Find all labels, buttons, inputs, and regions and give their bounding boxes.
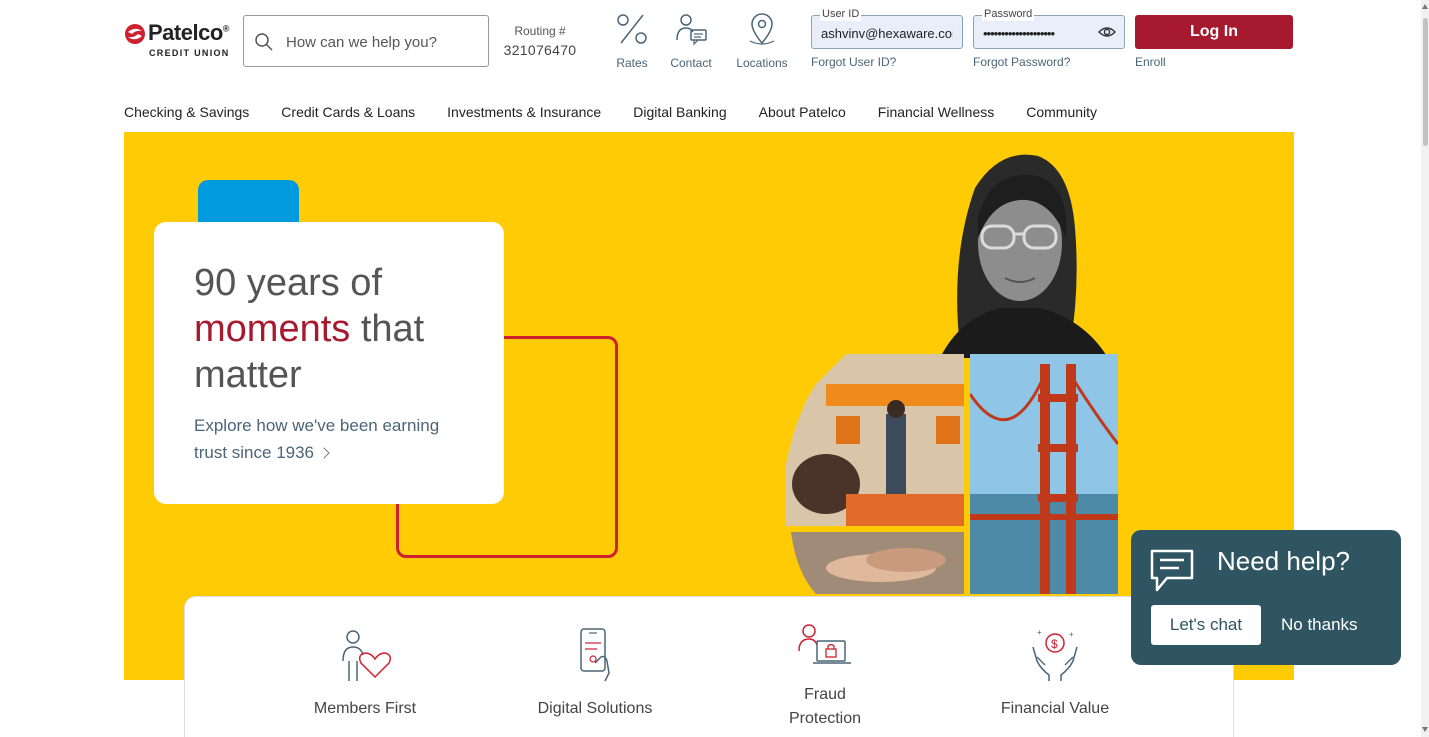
percent-icon bbox=[617, 14, 647, 44]
scrollbar-thumb[interactable] bbox=[1423, 18, 1428, 146]
nav-investments-insurance[interactable]: Investments & Insurance bbox=[447, 104, 601, 120]
brand-subtitle: CREDIT UNION bbox=[149, 48, 230, 58]
scroll-down-arrow-icon[interactable] bbox=[1422, 727, 1428, 732]
password-field: Password bbox=[973, 8, 1125, 49]
feature-label: Digital Solutions bbox=[537, 700, 653, 717]
patelco-swirl-icon bbox=[125, 24, 145, 44]
patelco-logo[interactable]: Patelco® CREDIT UNION bbox=[124, 20, 236, 62]
feature-financial-value[interactable]: $ + + Financial Value bbox=[970, 627, 1140, 721]
chevron-right-icon bbox=[318, 447, 330, 459]
feature-fraud-protection[interactable]: Fraud Protection bbox=[740, 623, 910, 731]
no-thanks-button[interactable]: No thanks bbox=[1281, 615, 1358, 635]
golden-gate-bridge-photo bbox=[970, 354, 1118, 594]
hands-dollar-icon: $ + + bbox=[1032, 628, 1078, 681]
search-icon[interactable] bbox=[254, 32, 274, 52]
phone-hand-icon bbox=[580, 628, 610, 682]
routing-number: 321076470 bbox=[503, 42, 577, 58]
scroll-up-arrow-icon[interactable] bbox=[1422, 4, 1428, 9]
help-chat-widget: Need help? Let's chat No thanks bbox=[1131, 530, 1401, 665]
enroll-link[interactable]: Enroll bbox=[1135, 55, 1166, 69]
log-in-button[interactable]: Log In bbox=[1135, 15, 1293, 49]
contact-link[interactable]: Contact bbox=[656, 12, 726, 70]
feature-label: Financial Value bbox=[1000, 700, 1110, 717]
svg-text:+: + bbox=[1069, 630, 1074, 639]
feature-label: Fraud Protection bbox=[788, 686, 862, 727]
member-heart-icon bbox=[342, 630, 392, 681]
contact-icon bbox=[676, 14, 707, 46]
nav-financial-wellness[interactable]: Financial Wellness bbox=[878, 104, 994, 120]
contact-label: Contact bbox=[670, 56, 712, 70]
user-id-label: User ID bbox=[820, 8, 862, 21]
brand-name: Patelco® bbox=[148, 20, 229, 45]
svg-text:+: + bbox=[1037, 628, 1042, 637]
eye-icon[interactable] bbox=[1098, 25, 1116, 39]
nav-digital-banking[interactable]: Digital Banking bbox=[633, 104, 726, 120]
feature-label: Members First bbox=[313, 700, 417, 717]
lets-chat-button[interactable]: Let's chat bbox=[1151, 605, 1261, 645]
nav-checking-savings[interactable]: Checking & Savings bbox=[124, 104, 249, 120]
nav-about-patelco[interactable]: About Patelco bbox=[759, 104, 846, 120]
routing-info: Routing # 321076470 bbox=[500, 24, 580, 58]
hero-explore-link[interactable]: Explore how we've been earning trust sin… bbox=[194, 412, 464, 466]
forgot-password-link[interactable]: Forgot Password? bbox=[973, 55, 1070, 69]
locations-link[interactable]: Locations bbox=[727, 12, 797, 70]
routing-label: Routing # bbox=[514, 24, 566, 38]
feature-members-first[interactable]: Members First bbox=[280, 627, 450, 721]
features-card: Members First Digital Solutions Fraud Pr… bbox=[184, 596, 1234, 737]
hero-title: 90 years of moments that matter bbox=[194, 262, 425, 396]
password-input[interactable] bbox=[983, 23, 1099, 43]
community-event-photo bbox=[786, 354, 964, 526]
password-label: Password bbox=[982, 8, 1035, 21]
locations-label: Locations bbox=[736, 56, 788, 70]
svg-text:$: $ bbox=[1051, 637, 1058, 651]
feature-digital-solutions[interactable]: Digital Solutions bbox=[510, 627, 680, 721]
holding-hands-photo bbox=[786, 532, 964, 594]
laptop-lock-icon bbox=[798, 624, 851, 664]
hero-card: 90 years of moments that matter Explore … bbox=[154, 222, 504, 504]
nav-credit-cards-loans[interactable]: Credit Cards & Loans bbox=[281, 104, 415, 120]
nav-community[interactable]: Community bbox=[1026, 104, 1097, 120]
forgot-user-id-link[interactable]: Forgot User ID? bbox=[811, 55, 896, 69]
user-id-field: User ID bbox=[811, 8, 963, 49]
user-id-input[interactable] bbox=[821, 23, 953, 43]
location-pin-icon bbox=[749, 13, 775, 45]
main-nav: Checking & Savings Credit Cards & Loans … bbox=[124, 104, 1097, 120]
chat-title: Need help? bbox=[1217, 546, 1350, 576]
search-input[interactable] bbox=[286, 30, 481, 54]
hero-portrait-image bbox=[940, 154, 1108, 358]
chat-bubble-icon bbox=[1150, 549, 1194, 592]
site-search bbox=[243, 15, 489, 67]
